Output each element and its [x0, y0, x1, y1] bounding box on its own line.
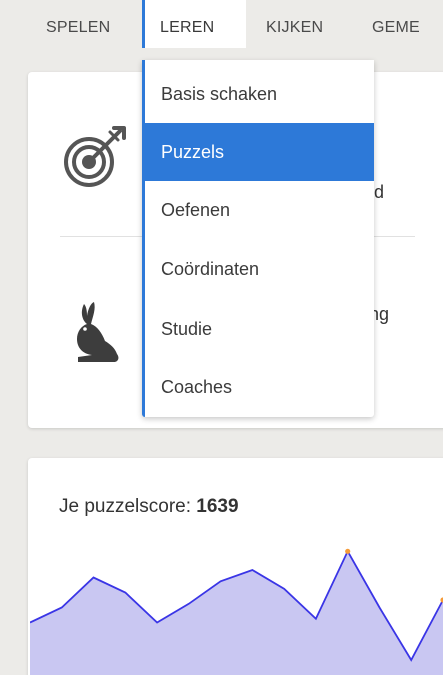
puzzle-rating-chart [30, 548, 443, 675]
puzzle-score-label: Je puzzelscore: [59, 496, 197, 517]
menu-item-coaches[interactable]: Coaches [145, 358, 374, 416]
puzzle-score-value: 1639 [196, 496, 239, 517]
leren-dropdown-menu: Basis schaken Puzzels Oefenen Coördinate… [142, 60, 374, 417]
rabbit-icon [77, 302, 119, 362]
menu-item-coordinaten[interactable]: Coördinaten [145, 240, 374, 298]
chart-highlight-point [345, 548, 351, 554]
top-navigation: SPELEN LEREN KIJKEN GEME [0, 0, 443, 48]
menu-item-studie[interactable]: Studie [145, 300, 374, 358]
nav-tab-kijken[interactable]: KIJKEN [266, 0, 323, 48]
page: SPELEN LEREN KIJKEN GEME eld r ting Basi… [0, 0, 443, 675]
nav-tab-leren[interactable]: LEREN [142, 0, 246, 48]
chart-area [30, 551, 443, 675]
nav-tab-gemeenschap[interactable]: GEME [372, 0, 420, 48]
menu-item-puzzels[interactable]: Puzzels [145, 123, 374, 181]
puzzle-score: Je puzzelscore: 1639 [59, 496, 239, 518]
target-icon [64, 126, 126, 187]
nav-tab-spelen[interactable]: SPELEN [46, 0, 110, 48]
menu-item-basis-schaken[interactable]: Basis schaken [145, 65, 374, 123]
menu-item-oefenen[interactable]: Oefenen [145, 181, 374, 239]
